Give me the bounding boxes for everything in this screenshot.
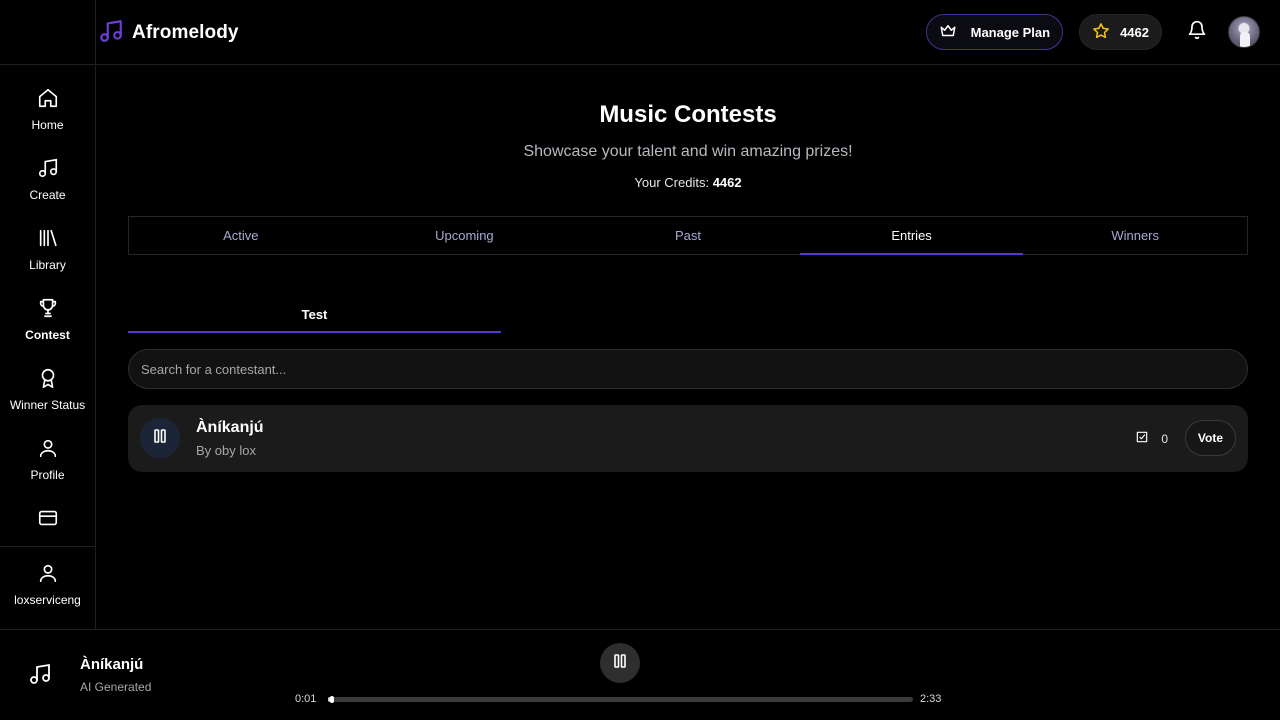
sidebar-item-winner-status[interactable]: Winner Status bbox=[0, 366, 95, 426]
sidebar-item-profile[interactable]: Profile bbox=[0, 436, 95, 496]
vote-count-value: 0 bbox=[1161, 431, 1168, 446]
sidebar-item-label: Profile bbox=[30, 468, 65, 482]
sidebar-item-label: Contest bbox=[25, 328, 70, 342]
sidebar-item-library[interactable]: Library bbox=[0, 226, 95, 286]
your-credits: Your Credits: 4462 bbox=[96, 175, 1280, 190]
top-header: Afromelody Manage Plan 4462 bbox=[0, 0, 1280, 65]
entry-title: Àníkanjú bbox=[196, 419, 264, 436]
sidebar-item-contest[interactable]: Contest bbox=[0, 296, 95, 356]
header-sidebar-spacer bbox=[0, 0, 96, 64]
credit-card-icon bbox=[37, 506, 59, 530]
credits-pill[interactable]: 4462 bbox=[1079, 14, 1162, 50]
vote-box-icon bbox=[1135, 430, 1149, 447]
brand-name: Afromelody bbox=[132, 22, 239, 43]
page-subtitle: Showcase your talent and win amazing pri… bbox=[523, 143, 853, 160]
manage-plan-button[interactable]: Manage Plan bbox=[925, 14, 1064, 50]
sidebar-item-label: Create bbox=[29, 188, 66, 202]
music-note-logo-icon bbox=[98, 18, 124, 49]
vote-count: 0 bbox=[1135, 430, 1168, 447]
tab-active[interactable]: Active bbox=[129, 217, 353, 254]
notifications-button[interactable] bbox=[1186, 20, 1208, 45]
vote-button[interactable]: Vote bbox=[1184, 420, 1236, 456]
sidebar-item-label: Library bbox=[29, 258, 66, 272]
contest-tabs: Active Upcoming Past Entries Winners bbox=[128, 216, 1248, 255]
award-icon bbox=[37, 366, 59, 390]
manage-plan-label: Manage Plan bbox=[970, 24, 1051, 40]
star-icon bbox=[1092, 22, 1110, 43]
sidebar-item-label: Home bbox=[31, 118, 64, 132]
credits-count: 4462 bbox=[1120, 24, 1149, 40]
crown-icon bbox=[939, 22, 957, 43]
music-note-icon bbox=[37, 156, 59, 180]
list-item: Àníkanjú By oby lox 0 Vote bbox=[128, 405, 1248, 472]
pause-icon bbox=[612, 653, 628, 674]
credits-label: Your Credits: bbox=[634, 175, 710, 190]
trophy-icon bbox=[37, 296, 59, 320]
progress-handle[interactable] bbox=[329, 696, 334, 703]
pause-icon bbox=[152, 428, 168, 449]
search-input[interactable] bbox=[128, 349, 1248, 389]
sidebar-item-label: Winner Status bbox=[9, 398, 86, 412]
audio-player: Àníkanjú AI Generated 0:01 2:33 bbox=[0, 629, 1280, 720]
progress-slider[interactable] bbox=[328, 696, 913, 703]
brand[interactable]: Afromelody bbox=[98, 18, 239, 48]
music-note-icon bbox=[28, 662, 52, 691]
sidebar-item-create[interactable]: Create bbox=[0, 156, 95, 216]
avatar[interactable] bbox=[1228, 16, 1260, 48]
player-track-title: Àníkanjú bbox=[80, 656, 144, 673]
sidebar-item-home[interactable]: Home bbox=[0, 86, 95, 146]
sidebar: Home Create Library Contest Winner Statu… bbox=[0, 65, 96, 629]
sidebar-item-billing[interactable] bbox=[0, 506, 95, 536]
header-actions: Manage Plan 4462 bbox=[925, 14, 1260, 50]
account-username: loxserviceng bbox=[14, 593, 81, 607]
sidebar-account[interactable]: loxserviceng bbox=[0, 561, 95, 621]
library-icon bbox=[37, 226, 59, 250]
page-title: Music Contests bbox=[599, 101, 777, 128]
user-icon bbox=[37, 561, 59, 585]
tab-upcoming[interactable]: Upcoming bbox=[353, 217, 577, 254]
tab-entries[interactable]: Entries bbox=[799, 217, 1024, 255]
player-track-subtitle: AI Generated bbox=[80, 680, 152, 694]
entry-artist: By oby lox bbox=[196, 443, 256, 458]
current-time: 0:01 bbox=[295, 693, 317, 705]
tab-past[interactable]: Past bbox=[576, 217, 800, 254]
player-pause-button[interactable] bbox=[600, 643, 640, 683]
bell-icon bbox=[1187, 20, 1207, 45]
home-icon bbox=[37, 86, 59, 110]
sidebar-divider bbox=[0, 546, 95, 547]
credits-value: 4462 bbox=[712, 175, 742, 190]
user-icon bbox=[37, 436, 59, 460]
entry-pause-button[interactable] bbox=[140, 418, 180, 458]
contest-subtab-test[interactable]: Test bbox=[128, 297, 501, 333]
track-duration: 2:33 bbox=[920, 693, 942, 705]
main-content: Music Contests Showcase your talent and … bbox=[96, 65, 1280, 629]
tab-winners[interactable]: Winners bbox=[1023, 217, 1247, 254]
